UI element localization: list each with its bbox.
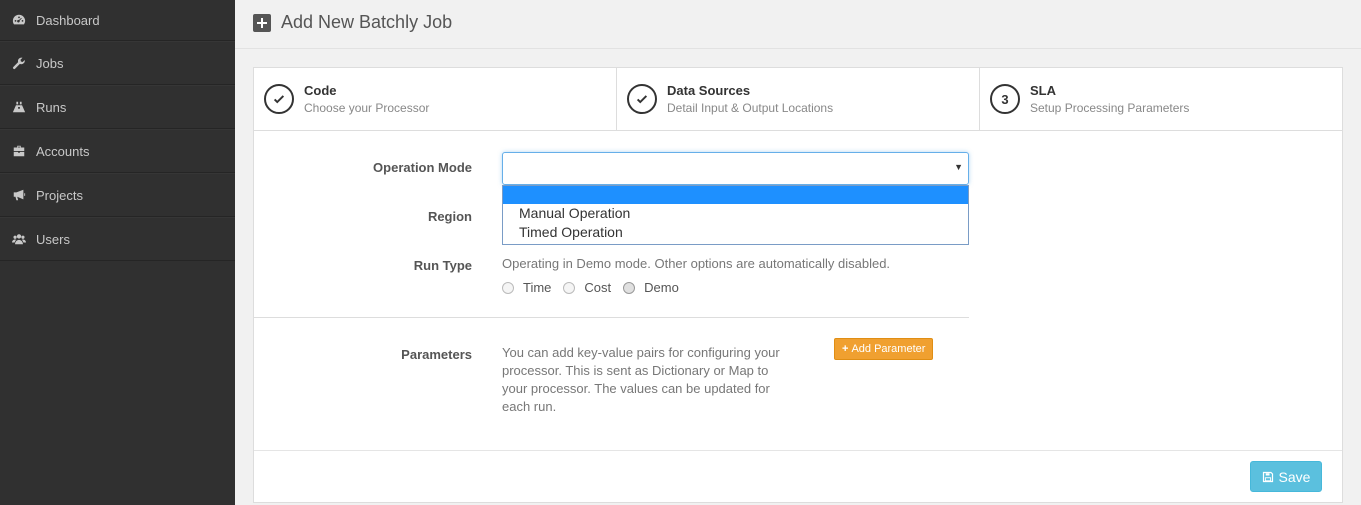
job-wizard-panel: Code Choose your Processor Data Sources … bbox=[253, 67, 1343, 503]
radio-cost[interactable] bbox=[563, 281, 576, 294]
step-number: 3 bbox=[990, 84, 1020, 114]
radio-label-time: Time bbox=[523, 280, 552, 295]
sidebar-item-label: Users bbox=[36, 231, 70, 247]
save-button[interactable]: Save bbox=[1250, 461, 1322, 492]
sidebar: Dashboard Jobs Runs Accounts Projects Us… bbox=[0, 0, 235, 505]
step-subtitle: Setup Processing Parameters bbox=[1030, 101, 1190, 115]
wizard-step-code[interactable]: Code Choose your Processor bbox=[254, 68, 617, 130]
sidebar-item-projects[interactable]: Projects bbox=[0, 173, 235, 217]
dropdown-option-timed[interactable]: Timed Operation bbox=[503, 223, 968, 242]
step-subtitle: Choose your Processor bbox=[304, 101, 430, 115]
step-subtitle: Detail Input & Output Locations bbox=[667, 101, 834, 115]
radio-demo[interactable] bbox=[623, 281, 636, 294]
operation-mode-dropdown: Manual Operation Timed Operation bbox=[502, 185, 969, 245]
header-divider bbox=[235, 48, 1361, 49]
page-header: Add New Batchly Job bbox=[253, 12, 452, 33]
operation-mode-label: Operation Mode bbox=[373, 160, 472, 175]
dropdown-option-blank[interactable] bbox=[503, 186, 968, 204]
dropdown-option-manual[interactable]: Manual Operation bbox=[503, 204, 968, 223]
page-title: Add New Batchly Job bbox=[281, 12, 453, 32]
wizard-step-sla[interactable]: 3 SLA Setup Processing Parameters bbox=[980, 68, 1342, 130]
run-type-help: Operating in Demo mode. Other options ar… bbox=[502, 256, 891, 271]
wizard-steps: Code Choose your Processor Data Sources … bbox=[254, 68, 1342, 131]
parameters-label: Parameters bbox=[401, 347, 472, 362]
sidebar-item-dashboard[interactable]: Dashboard bbox=[0, 0, 235, 41]
sidebar-item-label: Jobs bbox=[36, 55, 64, 71]
parameters-help-line: processor. This is sent as Dictionary or… bbox=[502, 363, 769, 378]
radio-time[interactable] bbox=[502, 281, 514, 294]
step-title: Code bbox=[304, 83, 337, 98]
plus-square-icon bbox=[253, 13, 271, 32]
caret-down-icon: ▼ bbox=[954, 162, 963, 172]
road-icon bbox=[12, 100, 26, 114]
wizard-step-data-sources[interactable]: Data Sources Detail Input & Output Locat… bbox=[617, 68, 980, 130]
users-icon bbox=[12, 232, 26, 246]
check-icon bbox=[627, 84, 657, 114]
main-content: Add New Batchly Job Code Choose your Pro… bbox=[235, 0, 1361, 505]
sidebar-item-label: Dashboard bbox=[36, 12, 100, 28]
save-label: Save bbox=[1278, 468, 1311, 485]
sidebar-item-users[interactable]: Users bbox=[0, 217, 235, 261]
sidebar-item-label: Accounts bbox=[36, 143, 90, 159]
sidebar-item-jobs[interactable]: Jobs bbox=[0, 41, 235, 85]
bullhorn-icon bbox=[12, 188, 26, 202]
step-title: Data Sources bbox=[667, 83, 751, 98]
check-icon bbox=[264, 84, 294, 114]
run-type-label: Run Type bbox=[413, 258, 472, 273]
parameters-help-line: You can add key-value pairs for configur… bbox=[502, 345, 780, 360]
sidebar-item-accounts[interactable]: Accounts bbox=[0, 129, 235, 173]
floppy-disk-icon bbox=[1262, 471, 1273, 482]
run-type-radio-group: Time Cost Demo bbox=[502, 280, 691, 295]
operation-mode-select[interactable]: ▼ bbox=[502, 152, 969, 185]
sidebar-item-label: Projects bbox=[36, 187, 83, 203]
region-label: Region bbox=[427, 209, 472, 224]
add-parameter-button[interactable]: + Add Parameter bbox=[834, 338, 934, 360]
section-divider bbox=[254, 317, 969, 318]
footer-divider bbox=[254, 450, 1342, 451]
add-parameter-label: Add Parameter bbox=[851, 343, 926, 355]
parameters-help: You can add key-value pairs for configur… bbox=[502, 344, 822, 416]
dashboard-icon bbox=[12, 13, 26, 27]
wrench-icon bbox=[12, 56, 26, 70]
parameters-help-line: each run. bbox=[502, 399, 557, 414]
sidebar-item-runs[interactable]: Runs bbox=[0, 85, 235, 129]
radio-label-cost: Cost bbox=[584, 280, 612, 295]
step-title: SLA bbox=[1030, 83, 1056, 98]
sidebar-item-label: Runs bbox=[36, 99, 67, 115]
radio-label-demo: Demo bbox=[644, 280, 679, 295]
plus-icon: + bbox=[842, 343, 849, 355]
parameters-help-line: your processor. The values can be update… bbox=[502, 381, 770, 396]
briefcase-icon bbox=[12, 144, 26, 158]
